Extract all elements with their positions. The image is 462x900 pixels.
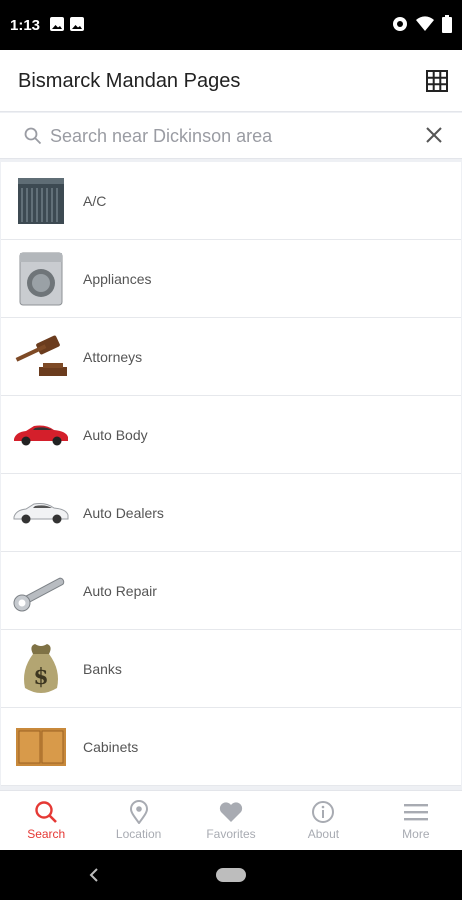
nav-favorites-label: Favorites bbox=[206, 827, 256, 841]
nav-about-label: About bbox=[307, 827, 340, 841]
nav-search[interactable]: Search bbox=[0, 791, 92, 850]
list-item-auto-dealers[interactable]: Auto Dealers bbox=[1, 474, 461, 552]
list-item-label: A/C bbox=[83, 193, 107, 209]
list-item-cabinets[interactable]: Cabinets bbox=[1, 708, 461, 786]
bottom-nav: Search Location Favorites About More bbox=[0, 790, 462, 850]
list-item-appliances[interactable]: Appliances bbox=[1, 240, 461, 318]
list-item-label: Attorneys bbox=[83, 349, 143, 365]
image-notification-icon bbox=[50, 17, 64, 31]
close-icon[interactable] bbox=[426, 127, 442, 143]
list-item-auto-body[interactable]: Auto Body bbox=[1, 396, 461, 474]
category-list: A/C Appliances Attorneys Auto Body Auto … bbox=[0, 162, 462, 790]
app-bar: Bismarck Mandan Pages bbox=[0, 50, 462, 112]
gavel-image bbox=[11, 326, 71, 388]
search-icon bbox=[24, 127, 42, 145]
white-car-image bbox=[11, 482, 71, 544]
list-item-auto-repair[interactable]: Auto Repair bbox=[1, 552, 461, 630]
list-item-label: Auto Dealers bbox=[83, 505, 164, 521]
location-pin-icon bbox=[129, 800, 148, 824]
gallery-notification-icon bbox=[70, 17, 84, 31]
cabinet-image bbox=[11, 716, 71, 778]
list-item-label: Auto Repair bbox=[83, 583, 157, 599]
nav-more[interactable]: More bbox=[370, 791, 462, 850]
nav-location[interactable]: Location bbox=[92, 791, 184, 850]
wifi-icon bbox=[416, 16, 434, 31]
nav-about[interactable]: About bbox=[277, 791, 369, 850]
nav-more-label: More bbox=[402, 827, 430, 841]
svg-text:$: $ bbox=[33, 664, 48, 690]
nav-search-label: Search bbox=[27, 827, 66, 841]
search-input[interactable] bbox=[50, 122, 410, 150]
list-item-label: Banks bbox=[83, 661, 122, 677]
info-icon bbox=[312, 801, 335, 823]
list-item-ac[interactable]: A/C bbox=[1, 162, 461, 240]
list-item-label: Appliances bbox=[83, 271, 152, 287]
money-bag-image: $ bbox=[11, 638, 71, 700]
search-icon bbox=[35, 801, 58, 823]
battery-icon bbox=[442, 15, 452, 33]
back-icon[interactable] bbox=[88, 867, 100, 883]
nav-favorites[interactable]: Favorites bbox=[185, 791, 277, 850]
list-item-banks[interactable]: $ Banks bbox=[1, 630, 461, 708]
list-item-label: Auto Body bbox=[83, 427, 148, 443]
grid-view-icon[interactable] bbox=[426, 70, 448, 92]
home-button[interactable] bbox=[216, 868, 246, 882]
nav-location-label: Location bbox=[115, 827, 162, 841]
list-item-attorneys[interactable]: Attorneys bbox=[1, 318, 461, 396]
app-title: Bismarck Mandan Pages bbox=[18, 70, 241, 92]
washing-machine-image bbox=[11, 248, 71, 310]
status-bar: 1:13 bbox=[0, 0, 462, 50]
ac-unit-image bbox=[11, 170, 71, 232]
eye-icon bbox=[393, 17, 407, 31]
list-item-label: Cabinets bbox=[83, 739, 139, 755]
red-car-image bbox=[11, 404, 71, 466]
system-nav-bar bbox=[0, 850, 462, 900]
search-bar bbox=[0, 113, 462, 159]
menu-icon bbox=[403, 804, 428, 821]
heart-icon bbox=[219, 802, 243, 822]
wrench-image bbox=[11, 560, 71, 622]
status-time: 1:13 bbox=[10, 17, 41, 34]
